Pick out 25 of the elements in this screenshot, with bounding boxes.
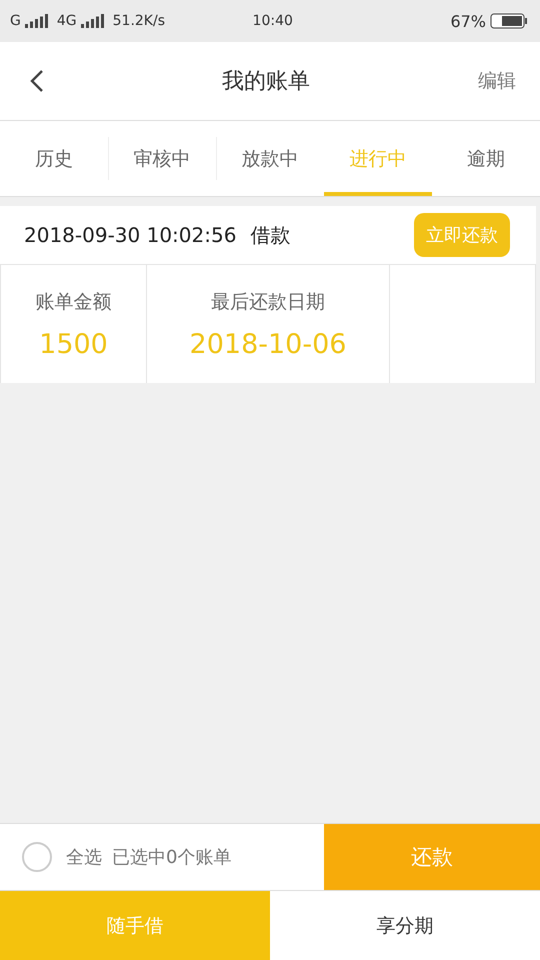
clock: 10:40 — [252, 13, 293, 29]
edit-button[interactable]: 编辑 — [478, 68, 516, 94]
signal-icon — [24, 14, 49, 28]
field-label: 最后还款日期 — [211, 290, 325, 314]
field-value: 2018-10-06 — [190, 328, 346, 360]
nav-tab[interactable]: 享分期 — [270, 891, 540, 960]
tab[interactable]: 审核中 — [108, 121, 216, 196]
select-all-label: 全选 — [66, 846, 102, 869]
network-type: G — [10, 13, 21, 29]
bill-datetime: 2018-09-30 10:02:56 — [24, 223, 236, 247]
network-speed: 51.2K/s — [112, 13, 165, 29]
battery-icon — [490, 13, 528, 29]
network-type: 4G — [56, 13, 77, 29]
tab[interactable]: 放款中 — [216, 121, 324, 196]
select-all-radio[interactable] — [22, 842, 52, 872]
tab[interactable]: 逾期 — [432, 121, 540, 196]
bill-type: 借款 — [250, 222, 290, 248]
tab[interactable]: 历史 — [0, 121, 108, 196]
signal-icon — [80, 14, 105, 28]
field-value: 1500 — [39, 328, 108, 360]
selected-count: 已选中0个账单 — [112, 846, 232, 869]
field-label: 账单金额 — [36, 290, 112, 314]
page-title: 我的账单 — [222, 68, 310, 96]
back-icon — [30, 69, 44, 93]
battery-percent: 67% — [450, 12, 486, 30]
